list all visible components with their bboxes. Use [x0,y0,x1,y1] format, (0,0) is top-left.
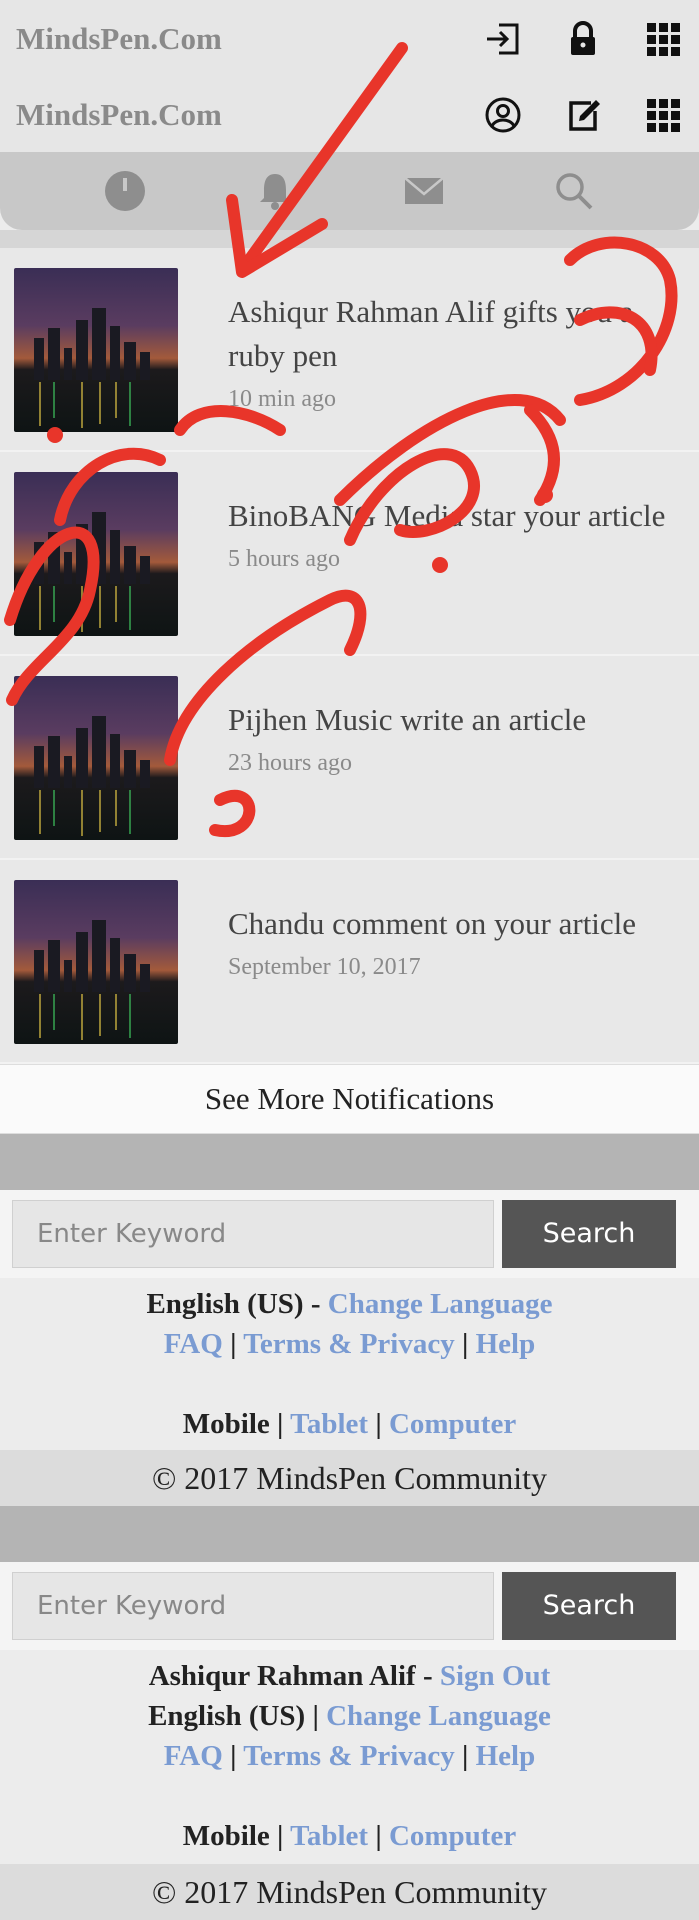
user-circle-icon[interactable] [483,95,523,135]
lock-icon[interactable] [563,19,603,59]
divider [0,1134,699,1190]
divider [0,1506,699,1562]
tablet-view-link[interactable]: Tablet [290,1820,368,1852]
notification-content: Ashiqur Rahman Alif gifts you a ruby pen… [228,268,685,413]
brand-logo[interactable]: MindsPen.Com [16,21,222,57]
notification-list: Ashiqur Rahman Alif gifts you a ruby pen… [0,248,699,1064]
search-input[interactable]: Enter Keyword [12,1572,494,1640]
search-button[interactable]: Search [502,1572,676,1640]
notification-content: Chandu comment on your article September… [228,880,636,981]
mobile-view-label: Mobile [182,1408,270,1440]
search-input[interactable]: Enter Keyword [12,1200,494,1268]
header-icons [483,95,683,135]
faq-link[interactable]: FAQ [164,1740,223,1772]
notification-text: Chandu comment on your article [228,906,637,941]
notification-thumbnail [14,472,178,636]
current-language: English (US) [146,1288,304,1320]
notification-item[interactable]: Ashiqur Rahman Alif gifts you a ruby pen… [0,248,699,452]
separator: - [303,1288,328,1320]
notification-text: Ashiqur Rahman Alif gifts you a ruby pen [228,294,634,373]
notification-thumbnail [14,676,178,840]
grid-icon[interactable] [643,95,683,135]
divider [0,230,699,248]
copyright: © 2017 MindsPen Community [0,1864,699,1920]
notification-text: BinoBANG Media star your article [228,498,666,533]
top-header: MindsPen.Com [0,0,699,78]
mail-icon[interactable] [400,167,448,215]
see-more-notifications-link[interactable]: See More Notifications [0,1064,699,1134]
notification-content: BinoBANG Media star your article 5 hours… [228,472,665,573]
footer-block-2: Enter Keyword Search Ashiqur Rahman Alif… [0,1562,699,1920]
footer-search: Enter Keyword Search [0,1562,699,1650]
search-icon[interactable] [550,167,598,215]
change-language-link[interactable]: Change Language [326,1700,551,1732]
header-icons [483,19,683,59]
grid-icon[interactable] [643,19,683,59]
brand-logo[interactable]: MindsPen.Com [16,97,222,133]
copyright: © 2017 MindsPen Community [0,1450,699,1506]
mobile-view-label: Mobile [182,1820,270,1852]
bell-icon[interactable] [251,167,299,215]
notification-item[interactable]: Chandu comment on your article September… [0,860,699,1064]
faq-link[interactable]: FAQ [164,1328,223,1360]
username: Ashiqur Rahman Alif [148,1660,416,1692]
footer-links: English (US) - Change Language FAQ | Ter… [146,1288,553,1440]
help-link[interactable]: Help [476,1328,536,1360]
notification-item[interactable]: Pijhen Music write an article 23 hours a… [0,656,699,860]
sign-out-link[interactable]: Sign Out [440,1660,550,1692]
notification-thumbnail [14,880,178,1044]
second-header: MindsPen.Com [0,78,699,152]
search-button[interactable]: Search [502,1200,676,1268]
terms-privacy-link[interactable]: Terms & Privacy [243,1740,455,1772]
footer-search: Enter Keyword Search [0,1190,699,1278]
computer-view-link[interactable]: Computer [389,1820,516,1852]
computer-view-link[interactable]: Computer [389,1408,516,1440]
notification-time: 23 hours ago [228,750,352,776]
notification-time: 10 min ago [228,386,336,412]
footer-links: Ashiqur Rahman Alif - Sign Out English (… [148,1660,551,1852]
notification-time: 5 hours ago [228,546,340,572]
tablet-view-link[interactable]: Tablet [290,1408,368,1440]
current-language: English (US) [148,1700,306,1732]
dashboard-icon[interactable] [101,167,149,215]
terms-privacy-link[interactable]: Terms & Privacy [243,1328,455,1360]
login-icon[interactable] [483,19,523,59]
notification-text: Pijhen Music write an article [228,702,587,737]
notification-content: Pijhen Music write an article 23 hours a… [228,676,586,777]
notification-time: September 10, 2017 [228,954,421,980]
compose-icon[interactable] [563,95,603,135]
change-language-link[interactable]: Change Language [328,1288,553,1320]
notification-item[interactable]: BinoBANG Media star your article 5 hours… [0,452,699,656]
notification-thumbnail [14,268,178,432]
tab-bar [0,152,699,230]
footer-block-1: Enter Keyword Search English (US) - Chan… [0,1190,699,1506]
help-link[interactable]: Help [476,1740,536,1772]
